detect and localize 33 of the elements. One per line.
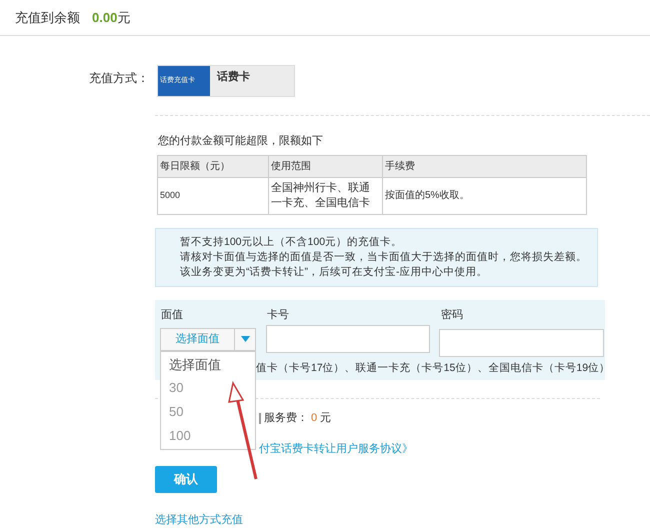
card-name: 话费卡 bbox=[216, 70, 250, 85]
balance-amount: 0.00元 bbox=[92, 8, 130, 27]
field-label: 密码 bbox=[441, 308, 463, 322]
card-hint: 值卡（卡号17位）、联通一卡充（卡号15位）、全国电信卡（卡号19位） bbox=[256, 360, 610, 376]
fee-amount: 0 bbox=[311, 411, 318, 426]
notice-text: 请核对卡面值与选择的面值是否一致，当卡面值大于选择的面值时，您将损失差额。 bbox=[180, 250, 588, 264]
column-header: 使用范围 bbox=[268, 155, 382, 177]
confirm-button[interactable]: 确认 bbox=[155, 466, 217, 492]
field-label: 卡号 bbox=[267, 308, 289, 322]
method-label: 充值方式： bbox=[88, 70, 150, 87]
notice-text: 暂不支持100元以上（不含100元）的充值卡。 bbox=[180, 234, 404, 250]
value-select[interactable]: 选择面值 bbox=[160, 328, 256, 350]
other-method-link[interactable]: 选择其他方式充值 bbox=[155, 514, 243, 526]
dropdown-option[interactable]: 30 bbox=[169, 377, 255, 401]
agreement-link[interactable]: 付宝话费卡转让用户服务协议》 bbox=[259, 442, 413, 454]
column-header: 每日限额（元） bbox=[158, 155, 268, 177]
card-number-field[interactable] bbox=[266, 324, 430, 352]
fee-label: 服务费： bbox=[264, 411, 308, 426]
column-header: 手续费 bbox=[382, 155, 586, 177]
dropdown-option[interactable]: 选择面值 bbox=[169, 354, 255, 378]
caret-icon bbox=[240, 336, 250, 342]
limit-notice: 您的付款金额可能超限，限额如下 bbox=[158, 134, 324, 149]
dropdown-option[interactable]: 50 bbox=[169, 401, 255, 425]
dropdown-option[interactable]: 100 bbox=[169, 424, 255, 448]
balance-label: 充值到余额 bbox=[15, 8, 80, 27]
field-label: 面值 bbox=[161, 308, 183, 322]
separator-bar bbox=[259, 413, 261, 424]
table-cell: 全国神州行卡、联通一卡充、全国电信卡 bbox=[268, 177, 382, 214]
notice-text: 该业务变更为“话费卡转让”，后续可在支付宝-应用中心中使用。 bbox=[180, 264, 488, 280]
table-cell: 按面值的5%收取。 bbox=[382, 177, 586, 214]
password-field[interactable] bbox=[439, 328, 604, 356]
fee-unit: 元 bbox=[320, 411, 332, 426]
table-cell: 5000 bbox=[158, 177, 268, 214]
